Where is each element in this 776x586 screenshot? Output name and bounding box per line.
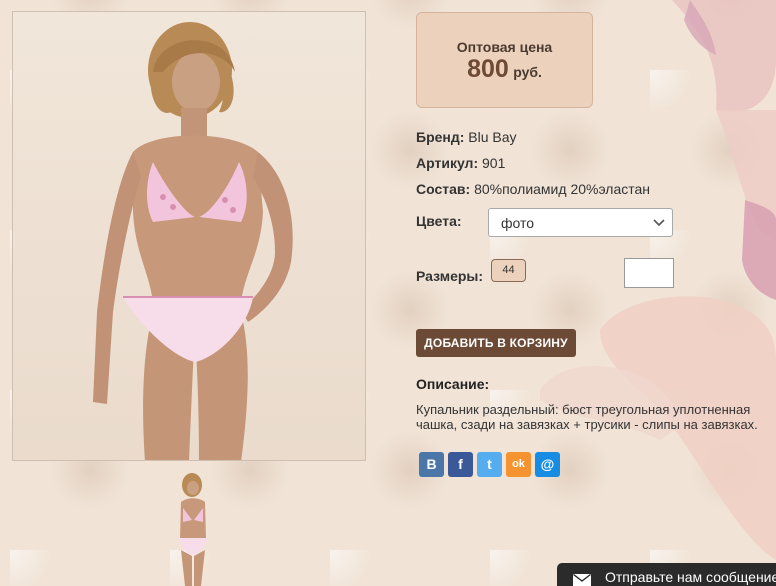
mailru-icon[interactable]: @ xyxy=(535,452,560,477)
odnoklassniki-icon[interactable]: ok xyxy=(506,452,531,477)
brand-value: Blu Bay xyxy=(468,129,517,145)
product-thumbnail[interactable] xyxy=(163,470,221,586)
price-unit: руб. xyxy=(513,64,542,80)
composition-label: Состав: xyxy=(416,181,471,197)
brand-label: Бренд: xyxy=(416,129,465,145)
add-to-cart-button[interactable]: ДОБАВИТЬ В КОРЗИНУ xyxy=(416,329,576,357)
vk-icon[interactable]: В xyxy=(419,452,444,477)
colors-label: Цвета: xyxy=(416,213,462,229)
article-label: Артикул: xyxy=(416,155,479,171)
chat-widget-label: Отправьте нам сообщение xyxy=(605,569,776,585)
product-photo[interactable] xyxy=(12,11,366,461)
facebook-icon[interactable]: f xyxy=(448,452,473,477)
price-row: 800 руб. xyxy=(417,55,592,84)
article-value: 901 xyxy=(482,155,506,171)
description-text: Купальник раздельный: бюст треугольная у… xyxy=(416,402,758,432)
brand-row: Бренд: Blu Bay xyxy=(416,129,517,145)
description-title: Описание: xyxy=(416,376,490,392)
colors-selected-value: фото xyxy=(501,215,535,231)
mannequin-image xyxy=(93,22,293,460)
composition-row: Состав: 80%полиамид 20%эластан xyxy=(416,181,650,197)
chevron-down-icon xyxy=(653,219,665,227)
envelope-icon xyxy=(573,574,591,586)
twitter-icon[interactable]: t xyxy=(477,452,502,477)
price-label: Оптовая цена xyxy=(456,39,553,55)
size-option-44[interactable]: 44 xyxy=(491,259,526,282)
composition-value: 80%полиамид 20%эластан xyxy=(474,181,651,197)
sizes-label-row: Размеры: xyxy=(416,268,483,284)
chat-widget-tab[interactable]: Отправьте нам сообщение xyxy=(557,563,776,586)
colors-label-row: Цвета: xyxy=(416,213,462,229)
wholesale-price-box: Оптовая цена 800 руб. xyxy=(416,12,593,108)
article-row: Артикул: 901 xyxy=(416,155,505,171)
colors-select[interactable]: фото xyxy=(488,208,673,237)
price-value: 800 xyxy=(467,55,509,83)
sizes-label: Размеры: xyxy=(416,268,484,284)
quantity-input[interactable] xyxy=(624,258,674,288)
